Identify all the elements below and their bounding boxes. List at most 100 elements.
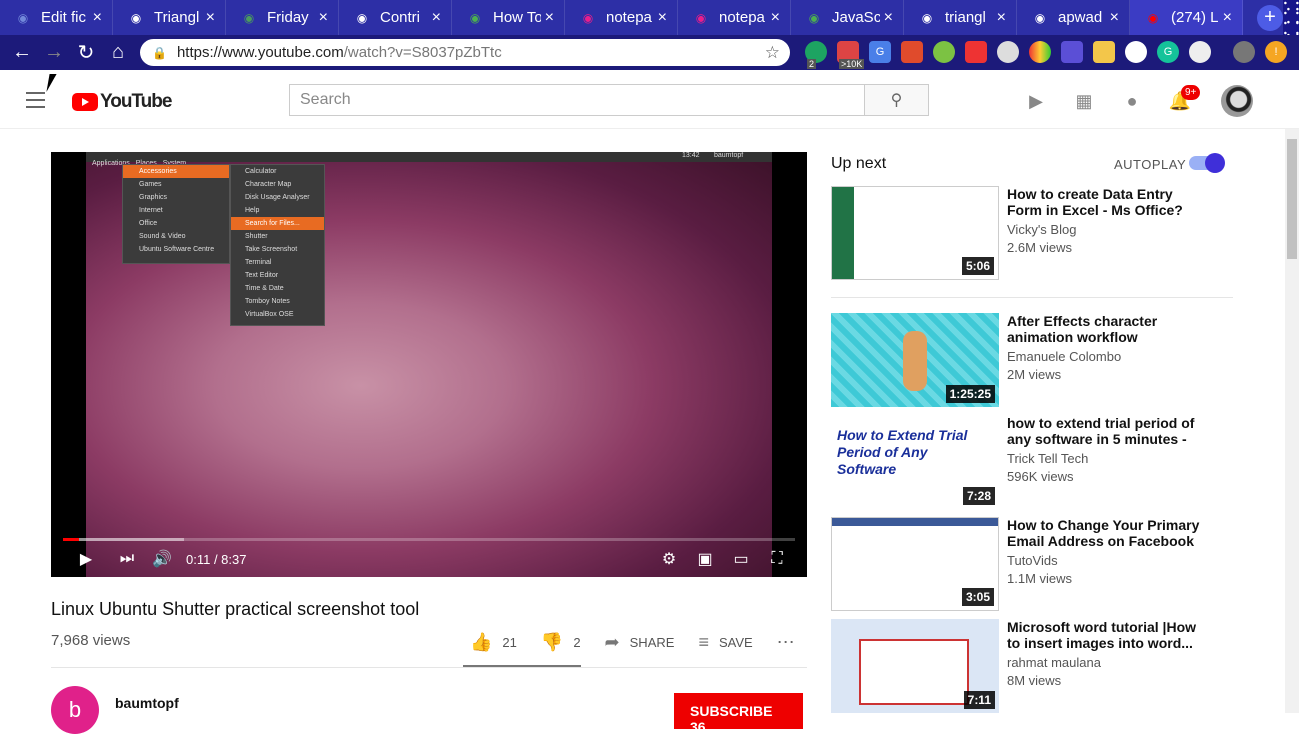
- scrollbar-thumb[interactable]: [1287, 139, 1297, 259]
- fullscreen-icon[interactable]: ⛶: [765, 548, 789, 570]
- browser-tab[interactable]: ◉ Triangl ×: [113, 0, 226, 35]
- theater-mode-icon[interactable]: ▭: [729, 548, 753, 570]
- extension-green-icon[interactable]: 2: [805, 41, 827, 69]
- close-tab-icon[interactable]: ×: [884, 9, 893, 27]
- notes-icon[interactable]: [1093, 41, 1115, 63]
- video-duration-badge: 5:06: [961, 257, 994, 275]
- recommendation-thumbnail[interactable]: 5:06: [831, 186, 999, 280]
- thumbnail-text: How to Extend Trial Period of Any Softwa…: [837, 427, 968, 477]
- office-icon[interactable]: [901, 41, 923, 63]
- messages-icon[interactable]: ●: [1121, 90, 1143, 112]
- recommendation-thumbnail[interactable]: How to Extend Trial Period of Any Softwa…: [831, 415, 999, 509]
- recommendation-thumbnail[interactable]: 1:25:25: [831, 313, 999, 407]
- close-tab-icon[interactable]: ×: [545, 9, 554, 27]
- extension-colorful-icon[interactable]: [1029, 41, 1051, 63]
- browser-tab[interactable]: ◉ triangl ×: [904, 0, 1017, 35]
- extension-icons: 2 >10K G G !: [805, 41, 1287, 69]
- color-picker-icon[interactable]: [933, 41, 955, 63]
- more-actions-icon[interactable]: ⋯: [777, 632, 795, 653]
- recommendation-item[interactable]: 5:06 How to create Data Entry Form in Exc…: [831, 186, 1231, 280]
- next-video-icon[interactable]: ⏭: [115, 548, 139, 570]
- extension-purple-icon[interactable]: [1061, 41, 1083, 63]
- recommendation-item[interactable]: 1:25:25 After Effects character animation…: [831, 313, 1231, 407]
- create-video-icon[interactable]: ▶: [1025, 90, 1047, 112]
- account-avatar[interactable]: [1221, 85, 1253, 117]
- translate-icon[interactable]: G: [869, 41, 891, 63]
- recommendation-views: 8M views: [1007, 673, 1062, 688]
- checkmark-icon[interactable]: [997, 41, 1019, 63]
- subscribe-button[interactable]: SUBSCRIBE 36: [674, 693, 803, 735]
- recommendation-thumbnail[interactable]: 7:11: [831, 619, 999, 713]
- close-tab-icon[interactable]: ×: [658, 9, 667, 27]
- apps-grid-icon[interactable]: ▦: [1073, 90, 1095, 112]
- profile-avatar-icon[interactable]: [1233, 41, 1255, 63]
- browser-tab[interactable]: ◉ Edit fic ×: [0, 0, 113, 35]
- progress-bar[interactable]: [63, 538, 795, 541]
- recommendation-item[interactable]: How to Extend Trial Period of Any Softwa…: [831, 415, 1231, 509]
- bookmark-star-icon[interactable]: ☆: [765, 43, 780, 63]
- recommendation-item[interactable]: 3:05 How to Change Your Primary Email Add…: [831, 517, 1231, 611]
- play-icon[interactable]: ▶: [74, 548, 98, 570]
- home-icon[interactable]: ⌂: [102, 37, 134, 69]
- address-bar[interactable]: 🔒 https://www.youtube.com/watch?v=S8037p…: [140, 39, 790, 66]
- info-divider: [51, 667, 807, 668]
- browser-tab[interactable]: ◉ notepa ×: [678, 0, 791, 35]
- like-button[interactable]: 👍 21: [470, 632, 517, 653]
- browser-tab[interactable]: ◉ apwad ×: [1017, 0, 1130, 35]
- browser-tab[interactable]: ◉ (274) L ×: [1130, 0, 1243, 35]
- recommendation-divider: [831, 297, 1233, 298]
- close-tab-icon[interactable]: ×: [319, 9, 328, 27]
- recommendation-title[interactable]: After Effects character animation workfl…: [1007, 313, 1207, 345]
- dislike-button[interactable]: 👎 2: [541, 632, 581, 653]
- ubuntu-menu-item: Internet: [139, 207, 163, 214]
- close-tab-icon[interactable]: ×: [206, 9, 215, 27]
- update-alert-icon[interactable]: !: [1265, 41, 1287, 63]
- miniplayer-icon[interactable]: ▣: [693, 548, 717, 570]
- browser-tab[interactable]: ◉ notepa ×: [565, 0, 678, 35]
- recommendation-title[interactable]: Microsoft word tutorial |How to insert i…: [1007, 619, 1207, 651]
- settings-gear-icon[interactable]: ⚙: [657, 548, 681, 570]
- browser-tab[interactable]: ◉ Friday ×: [226, 0, 339, 35]
- close-tab-icon[interactable]: ×: [1110, 9, 1119, 27]
- browser-tab[interactable]: ◉ Contri ×: [339, 0, 452, 35]
- recommendation-title[interactable]: How to Change Your Primary Email Address…: [1007, 517, 1207, 549]
- recommendation-item[interactable]: 7:11 Microsoft word tutorial |How to inse…: [831, 619, 1231, 713]
- settings-extension-icon[interactable]: [1189, 41, 1211, 63]
- circle-extension-icon[interactable]: [1125, 41, 1147, 63]
- close-tab-icon[interactable]: ×: [432, 9, 441, 27]
- channel-avatar[interactable]: b: [51, 686, 99, 734]
- gmail-icon[interactable]: >10K: [837, 41, 865, 69]
- forward-icon[interactable]: →: [38, 37, 70, 69]
- browser-tab[interactable]: ◉ JavaSc ×: [791, 0, 904, 35]
- recommendation-title[interactable]: How to create Data Entry Form in Excel -…: [1007, 186, 1207, 218]
- autoplay-toggle[interactable]: [1189, 153, 1225, 173]
- url-domain: https://www.youtube.com: [176, 44, 344, 61]
- up-next-heading: Up next: [831, 155, 887, 172]
- screencast-icon[interactable]: [965, 41, 987, 63]
- close-tab-icon[interactable]: ×: [1223, 9, 1232, 27]
- close-tab-icon[interactable]: ×: [997, 9, 1006, 27]
- page-scrollbar[interactable]: [1285, 129, 1299, 713]
- channel-name[interactable]: baumtopf: [115, 695, 179, 711]
- menu-icon[interactable]: [26, 92, 45, 113]
- search-button[interactable]: ⚲: [864, 84, 929, 116]
- reload-icon[interactable]: ↻: [70, 37, 102, 69]
- close-tab-icon[interactable]: ×: [771, 9, 780, 27]
- new-tab-button[interactable]: +: [1257, 4, 1283, 31]
- search-input[interactable]: Search: [289, 84, 865, 116]
- browser-tab[interactable]: ◉ How To ×: [452, 0, 565, 35]
- notification-count-badge: 9+: [1181, 85, 1201, 100]
- close-tab-icon[interactable]: ×: [93, 9, 102, 27]
- video-player[interactable]: ApplicationsPlacesSystem13:42baumtopf Ac…: [51, 152, 807, 577]
- recommendation-title[interactable]: how to extend trial period of any softwa…: [1007, 415, 1207, 447]
- youtube-logo[interactable]: YouTube: [72, 91, 172, 113]
- save-button[interactable]: ≡ SAVE: [698, 632, 752, 653]
- share-button[interactable]: ➦ SHARE: [605, 632, 675, 653]
- time-display: 0:11 / 8:37: [186, 552, 247, 567]
- grammarly-icon[interactable]: G: [1157, 41, 1179, 63]
- view-count: 7,968 views: [51, 632, 131, 649]
- volume-icon[interactable]: 🔊: [150, 548, 174, 570]
- ubuntu-submenu-item: Disk Usage Analyser: [245, 194, 310, 201]
- back-icon[interactable]: ←: [6, 37, 38, 69]
- recommendation-thumbnail[interactable]: 3:05: [831, 517, 999, 611]
